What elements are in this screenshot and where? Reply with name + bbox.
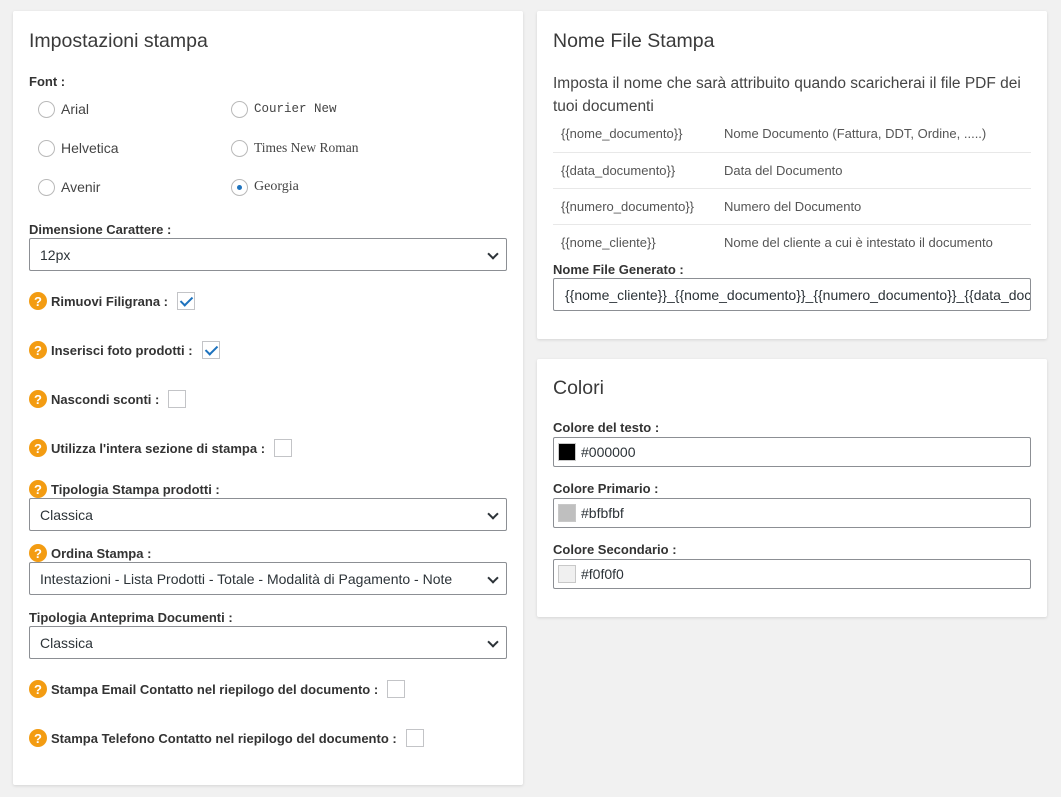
font-option-georgia[interactable]: Georgia xyxy=(231,177,299,197)
placeholder-key: {{nome_documento}} xyxy=(561,126,683,142)
font-label: Font : xyxy=(29,74,66,89)
print-phone-checkbox[interactable] xyxy=(405,729,424,747)
font-option-arial[interactable]: Arial xyxy=(38,99,89,119)
radio-avenir[interactable] xyxy=(38,178,55,196)
text-color-value: #000000 xyxy=(581,444,636,460)
table-row: {{nome_documento}} Nome Documento (Fattu… xyxy=(553,116,1031,152)
print-order-value: Intestazioni - Lista Prodotti - Totale -… xyxy=(40,570,453,587)
product-print-type-row: ? Tipologia Stampa prodotti : xyxy=(29,479,220,499)
full-print-area-row: ? Utilizza l'intera sezione di stampa : xyxy=(29,438,293,458)
color-swatch[interactable] xyxy=(558,443,576,461)
placeholder-desc: Data del Documento xyxy=(716,151,1031,188)
chevron-down-icon xyxy=(487,572,499,584)
font-option-label: Avenir xyxy=(61,179,101,195)
chevron-down-icon xyxy=(487,636,499,648)
font-option-avenir[interactable]: Avenir xyxy=(38,177,100,197)
radio-courier-new[interactable] xyxy=(231,100,248,118)
font-option-label: Georgia xyxy=(254,179,299,194)
help-icon[interactable]: ? xyxy=(29,390,47,408)
help-icon[interactable]: ? xyxy=(29,680,47,698)
file-name-description: Imposta il nome che sarà attribuito quan… xyxy=(553,75,1021,115)
font-option-courier-new[interactable]: Courier New xyxy=(231,99,337,119)
table-row: {{nome_cliente}} Nome del cliente a cui … xyxy=(553,223,1031,260)
secondary-color-value: #f0f0f0 xyxy=(581,566,624,582)
primary-color-label: Colore Primario : xyxy=(553,481,659,496)
radio-helvetica[interactable] xyxy=(38,139,55,157)
font-option-helvetica[interactable]: Helvetica xyxy=(38,138,119,158)
text-color-label: Colore del testo : xyxy=(553,420,660,435)
font-size-value: 12px xyxy=(40,246,71,263)
radio-times-new-roman[interactable] xyxy=(231,139,248,157)
hide-discounts-checkbox[interactable] xyxy=(168,390,187,408)
placeholder-desc: Nome Documento (Fattura, DDT, Ordine, ..… xyxy=(724,126,987,142)
preview-type-value: Classica xyxy=(40,634,93,651)
print-order-label: Ordina Stampa : xyxy=(51,545,152,561)
print-email-row: ? Stampa Email Contatto nel riepilogo de… xyxy=(29,679,406,699)
placeholder-key: {{data_documento}} xyxy=(553,151,716,188)
print-phone-row: ? Stampa Telefono Contatto nel riepilogo… xyxy=(29,728,424,748)
preview-type-label: Tipologia Anteprima Documenti : xyxy=(29,610,233,625)
help-icon[interactable]: ? xyxy=(29,544,47,562)
secondary-color-input[interactable]: #f0f0f0 xyxy=(553,559,1031,589)
print-settings-panel: Impostazioni stampa Font : Arial Courier… xyxy=(13,11,523,785)
text-color-input[interactable]: #000000 xyxy=(553,437,1031,467)
remove-watermark-label: Rimuovi Filigrana : xyxy=(51,293,169,309)
generated-file-name-label: Nome File Generato : xyxy=(553,262,684,277)
placeholder-key: {{numero_documento}} xyxy=(553,187,716,224)
remove-watermark-checkbox[interactable] xyxy=(177,292,196,310)
font-option-label: Helvetica xyxy=(61,140,119,156)
preview-type-select[interactable]: Classica xyxy=(29,626,507,659)
placeholder-key: {{nome_cliente}} xyxy=(553,223,716,260)
help-icon[interactable]: ? xyxy=(29,292,47,310)
font-option-times-new-roman[interactable]: Times New Roman xyxy=(231,138,359,158)
full-print-area-label: Utilizza l'intera sezione di stampa : xyxy=(51,440,266,456)
font-option-label: Arial xyxy=(61,101,90,117)
help-icon[interactable]: ? xyxy=(29,480,47,498)
insert-photos-row: ? Inserisci foto prodotti : xyxy=(29,340,220,360)
help-icon[interactable]: ? xyxy=(29,439,47,457)
secondary-color-label: Colore Secondario : xyxy=(553,542,677,557)
placeholder-desc: Numero del Documento xyxy=(716,187,1031,224)
font-size-select[interactable]: 12px xyxy=(29,238,507,271)
font-option-label: Courier New xyxy=(254,102,337,116)
color-swatch[interactable] xyxy=(558,565,576,583)
colors-title: Colori xyxy=(553,377,604,399)
chevron-down-icon xyxy=(487,248,499,260)
placeholder-desc: Nome del cliente a cui è intestato il do… xyxy=(716,223,1031,260)
print-settings-title: Impostazioni stampa xyxy=(29,30,208,52)
product-print-type-value: Classica xyxy=(40,506,93,523)
insert-photos-label: Inserisci foto prodotti : xyxy=(51,342,193,358)
full-print-area-checkbox[interactable] xyxy=(274,439,293,457)
file-name-panel: Nome File Stampa Imposta il nome che sar… xyxy=(537,11,1047,339)
print-order-row: ? Ordina Stampa : xyxy=(29,543,151,563)
print-email-checkbox[interactable] xyxy=(387,680,406,698)
remove-watermark-row: ? Rimuovi Filigrana : xyxy=(29,291,196,311)
placeholders-table: {{nome_documento}} Nome Documento (Fattu… xyxy=(553,116,1031,260)
print-order-select[interactable]: Intestazioni - Lista Prodotti - Totale -… xyxy=(29,562,507,595)
table-row: {{data_documento}} Data del Documento xyxy=(553,151,1031,188)
color-swatch[interactable] xyxy=(558,504,576,522)
table-row: {{numero_documento}} Numero del Document… xyxy=(553,187,1031,224)
primary-color-input[interactable]: #bfbfbf xyxy=(553,498,1031,528)
colors-panel: Colori Colore del testo : #000000 Colore… xyxy=(537,359,1047,617)
generated-file-name-input[interactable]: {{nome_cliente}}_{{nome_documento}}_{{nu… xyxy=(553,278,1031,311)
radio-arial[interactable] xyxy=(38,100,55,118)
generated-file-name-value: {{nome_cliente}}_{{nome_documento}}_{{nu… xyxy=(565,286,1031,303)
file-name-title: Nome File Stampa xyxy=(553,30,715,52)
font-size-label: Dimensione Carattere : xyxy=(29,222,172,237)
chevron-down-icon xyxy=(487,508,499,520)
help-icon[interactable]: ? xyxy=(29,341,47,359)
primary-color-value: #bfbfbf xyxy=(581,505,624,521)
product-print-type-select[interactable]: Classica xyxy=(29,498,507,531)
hide-discounts-row: ? Nascondi sconti : xyxy=(29,389,187,409)
hide-discounts-label: Nascondi sconti : xyxy=(51,391,160,407)
radio-georgia[interactable] xyxy=(231,178,248,196)
help-icon[interactable]: ? xyxy=(29,729,47,747)
font-option-label: Times New Roman xyxy=(254,140,359,155)
print-email-label: Stampa Email Contatto nel riepilogo del … xyxy=(51,681,379,697)
insert-photos-checkbox[interactable] xyxy=(201,341,220,359)
print-phone-label: Stampa Telefono Contatto nel riepilogo d… xyxy=(51,730,397,746)
product-print-type-label: Tipologia Stampa prodotti : xyxy=(51,481,220,497)
